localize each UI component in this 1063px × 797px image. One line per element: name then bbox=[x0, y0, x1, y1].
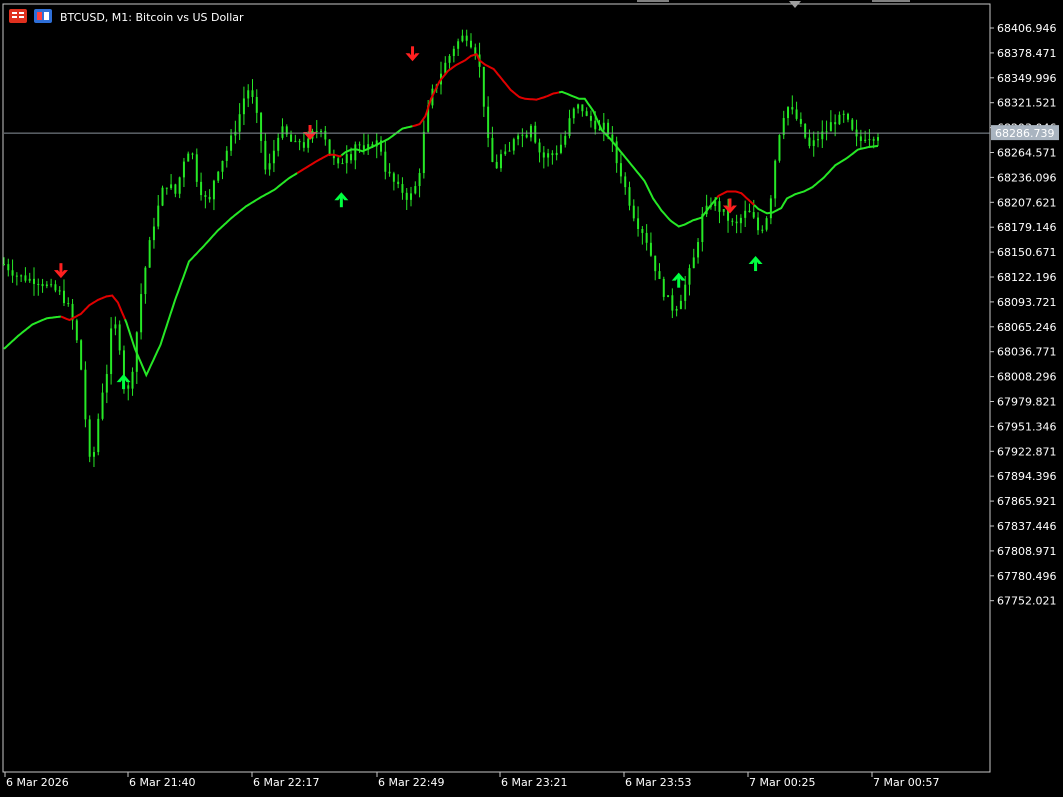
time-axis-label: 7 Mar 00:57 bbox=[873, 776, 939, 789]
current-price-label: 68286.739 bbox=[995, 127, 1055, 140]
price-axis-label: 67922.871 bbox=[997, 445, 1057, 458]
current-price-tag: 68286.739 bbox=[991, 125, 1059, 141]
candle bbox=[161, 185, 164, 207]
time-axis-label: 6 Mar 2026 bbox=[6, 776, 69, 789]
price-axis-label: 68207.621 bbox=[997, 196, 1057, 209]
symbol-header: BTCUSD, M1: Bitcoin vs US Dollar bbox=[9, 9, 244, 24]
candle bbox=[88, 415, 91, 463]
price-axis-label: 67894.396 bbox=[997, 470, 1057, 483]
time-axis-label: 6 Mar 22:49 bbox=[378, 776, 444, 789]
time-axis-label: 7 Mar 00:25 bbox=[749, 776, 815, 789]
price-axis-label: 68236.096 bbox=[997, 171, 1057, 184]
time-axis-label: 6 Mar 23:53 bbox=[625, 776, 691, 789]
candle bbox=[148, 236, 151, 268]
price-axis-label: 68122.196 bbox=[997, 271, 1057, 284]
price-axis-label: 67979.821 bbox=[997, 396, 1057, 409]
price-axis-label: 67780.496 bbox=[997, 570, 1057, 583]
price-axis-label: 68349.996 bbox=[997, 72, 1057, 85]
candle bbox=[328, 139, 331, 156]
price-axis-label: 68378.471 bbox=[997, 47, 1057, 60]
candle bbox=[778, 134, 781, 163]
price-axis-label: 68093.721 bbox=[997, 296, 1057, 309]
price-axis-label: 67808.971 bbox=[997, 545, 1057, 558]
price-axis-label: 67837.446 bbox=[997, 520, 1057, 533]
price-axis-label: 68150.671 bbox=[997, 246, 1057, 259]
candle bbox=[97, 413, 100, 456]
price-axis-label: 68406.946 bbox=[997, 22, 1057, 35]
price-axis-label: 67951.346 bbox=[997, 420, 1057, 433]
chart-window-icon[interactable] bbox=[34, 9, 52, 23]
price-axis-label: 68264.571 bbox=[997, 147, 1057, 160]
symbol-title: BTCUSD, M1: Bitcoin vs US Dollar bbox=[60, 11, 244, 24]
price-axis-label: 68179.146 bbox=[997, 221, 1057, 234]
price-axis-label: 68321.521 bbox=[997, 97, 1057, 110]
price-axis-label: 68008.296 bbox=[997, 371, 1057, 384]
price-axis-label: 68065.246 bbox=[997, 321, 1057, 334]
candle bbox=[804, 123, 807, 140]
chart-menu-icon[interactable] bbox=[9, 9, 27, 23]
candle bbox=[851, 118, 854, 132]
candle bbox=[667, 295, 670, 298]
time-axis-label: 6 Mar 23:21 bbox=[501, 776, 567, 789]
time-axis-label: 6 Mar 22:17 bbox=[253, 776, 319, 789]
time-axis-label: 6 Mar 21:40 bbox=[129, 776, 195, 789]
candle bbox=[84, 361, 87, 428]
price-axis-label: 67752.021 bbox=[997, 595, 1057, 608]
candle bbox=[80, 339, 83, 371]
price-axis-label: 67865.921 bbox=[997, 495, 1057, 508]
price-chart[interactable]: BTCUSD, M1: Bitcoin vs US Dollar 68406.9… bbox=[0, 0, 1063, 797]
candle bbox=[75, 318, 78, 343]
price-axis-label: 68036.771 bbox=[997, 346, 1057, 359]
candle bbox=[118, 320, 121, 355]
candle bbox=[765, 216, 768, 232]
